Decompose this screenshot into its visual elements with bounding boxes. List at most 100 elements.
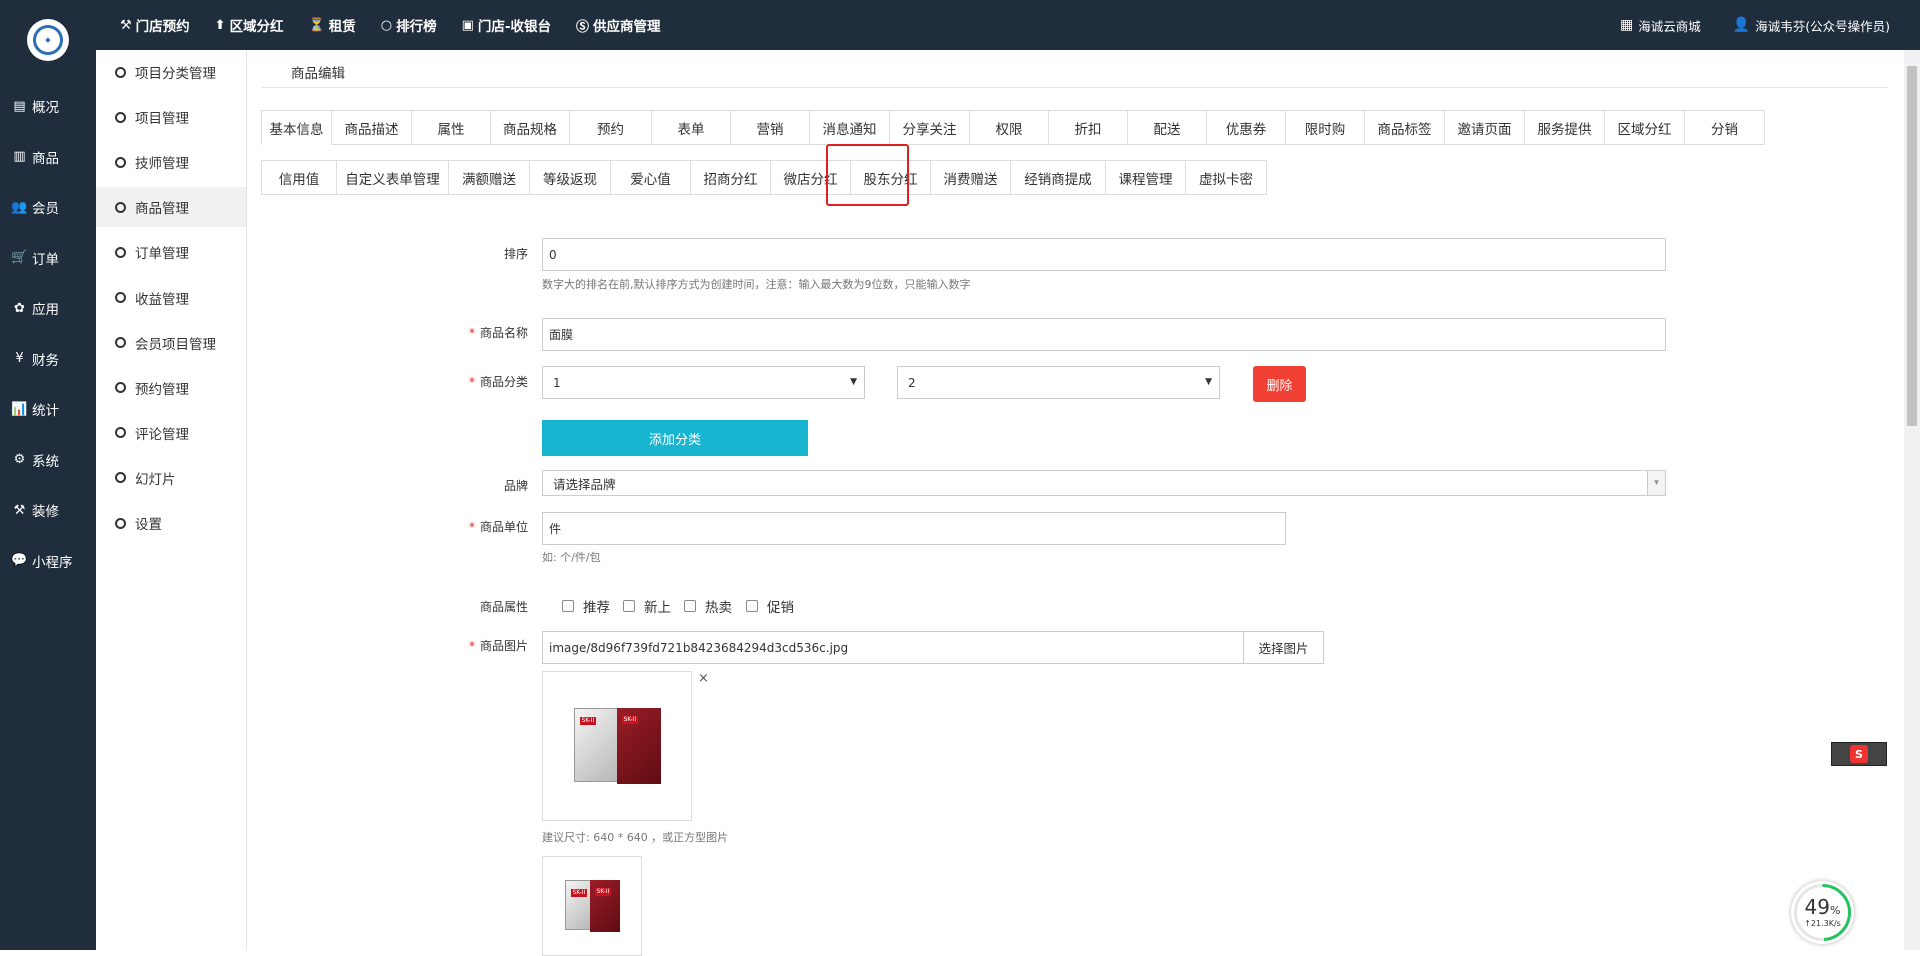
submenu-item-10[interactable]: 设置 (96, 503, 246, 543)
sidebar-item-4[interactable]: ✿ 应用 (0, 288, 96, 328)
sidebar-item-0[interactable]: ▤ 概况 (0, 86, 96, 126)
tab-14[interactable]: 商品标签 (1364, 110, 1445, 145)
main-content: 商品编辑 基本信息 商品描述 属性 商品规格 预约 表单 营销 消息通知 分享关注 权限 折扣 配送优… (247, 50, 1904, 956)
submenu-item-label: 评论管理 (135, 426, 189, 443)
topnav-label: 区域分红 (229, 19, 284, 35)
tab-1[interactable]: 商品描述 (331, 110, 412, 145)
tab-7[interactable]: 消息通知 (809, 110, 890, 145)
category-select-2[interactable]: 2 ▼ (897, 366, 1220, 399)
submenu-item-label: 幻灯片 (135, 471, 176, 488)
tab2-2[interactable]: 满额赠送 (448, 160, 530, 195)
tab-4[interactable]: 预约 (569, 110, 652, 145)
circle-icon (115, 427, 126, 439)
tab-17[interactable]: 区域分红 (1604, 110, 1685, 145)
sidebar-item-1[interactable]: ▥ 商品 (0, 137, 96, 177)
tab2-5[interactable]: 招商分红 (690, 160, 771, 195)
submenu-item-7[interactable]: 预约管理 (96, 368, 246, 408)
scrollbar-thumb[interactable] (1907, 66, 1917, 426)
tab-13[interactable]: 限时购 (1285, 110, 1365, 145)
sidebar-item-6[interactable]: 📊 统计 (0, 389, 96, 429)
tab-6[interactable]: 营销 (730, 110, 810, 145)
topnav-item-4[interactable]: ▣ 门店-收银台 (462, 15, 551, 36)
submenu-item-0[interactable]: 项目分类管理 (96, 52, 246, 92)
person-icon: ⬆ (214, 17, 226, 33)
submenu-item-5[interactable]: 收益管理 (96, 278, 246, 318)
circle-icon (115, 382, 126, 394)
tab2-7[interactable]: 股东分红 (850, 160, 931, 195)
tab-0[interactable]: 基本信息 (261, 110, 332, 145)
ime-widget[interactable]: S (1831, 742, 1887, 766)
sidebar-item-8[interactable]: ⚒ 装修 (0, 490, 96, 530)
tab-11[interactable]: 配送 (1127, 110, 1207, 145)
tab2-8[interactable]: 消费赠送 (930, 160, 1011, 195)
submenu-item-4[interactable]: 订单管理 (96, 232, 246, 272)
choose-image-button[interactable]: 选择图片 (1243, 631, 1324, 664)
attr-checkbox-0[interactable]: 推荐 (562, 596, 610, 616)
topnav-item-0[interactable]: ⚒ 门店预约 (120, 15, 190, 36)
tab-5[interactable]: 表单 (651, 110, 731, 145)
tab-8[interactable]: 分享关注 (889, 110, 970, 145)
submenu-item-9[interactable]: 幻灯片 (96, 458, 246, 498)
hammer-icon: ⚒ (120, 17, 132, 33)
sidebar-item-2[interactable]: 👥 会员 (0, 187, 96, 227)
tab-18[interactable]: 分销 (1684, 110, 1765, 145)
logo[interactable]: ◆ (27, 19, 69, 61)
circle-icon (115, 517, 126, 529)
sidebar-item-7[interactable]: ⚙ 系统 (0, 440, 96, 480)
unit-input[interactable] (542, 512, 1286, 545)
attr-checkbox-2[interactable]: 热卖 (684, 596, 732, 616)
tab-2[interactable]: 属性 (411, 110, 491, 145)
topnav-item-5[interactable]: Ⓢ 供应商管理 (576, 15, 661, 35)
top-right: ▦ 海诚云商城 👤 海诚韦芬(公众号操作员) (1588, 0, 1890, 50)
submenu-item-1[interactable]: 项目管理 (96, 97, 246, 137)
name-input[interactable] (542, 318, 1666, 351)
sidebar-item-9[interactable]: 💬 小程序 (0, 541, 96, 581)
submenu-item-3[interactable]: 商品管理 (96, 187, 246, 228)
submenu-item-6[interactable]: 会员项目管理 (96, 323, 246, 363)
add-category-button[interactable]: 添加分类 (542, 420, 808, 456)
user-menu[interactable]: 👤 海诚韦芬(公众号操作员) (1733, 16, 1890, 35)
topnav-item-1[interactable]: ⬆ 区域分红 (214, 15, 284, 36)
scrollbar[interactable] (1904, 50, 1920, 950)
tab-12[interactable]: 优惠券 (1206, 110, 1286, 145)
sort-input[interactable] (542, 238, 1666, 271)
tab-3[interactable]: 商品规格 (490, 110, 570, 145)
tab2-3[interactable]: 等级返现 (529, 160, 611, 195)
circle-icon: ○ (380, 17, 393, 33)
tab2-4[interactable]: 爱心值 (610, 160, 691, 195)
tab2-10[interactable]: 课程管理 (1105, 160, 1186, 195)
speed-widget[interactable]: 49% ↑21.3K/s (1791, 881, 1854, 944)
tab2-9[interactable]: 经销商提成 (1010, 160, 1106, 195)
tab2-11[interactable]: 虚拟卡密 (1185, 160, 1267, 195)
attr-checkbox-3[interactable]: 促销 (746, 596, 794, 616)
tab2-0[interactable]: 信用值 (261, 160, 337, 195)
tab-10[interactable]: 折扣 (1048, 110, 1128, 145)
category-select-1[interactable]: 1 ▼ (542, 366, 865, 399)
remove-image-icon[interactable]: × (698, 671, 709, 686)
attr-label-text: 热卖 (705, 600, 732, 616)
circle-icon (115, 472, 126, 484)
sidebar-item-5[interactable]: ¥ 财务 (0, 339, 96, 379)
user-icon: 👤 (1732, 17, 1751, 33)
attr-checkbox-1[interactable]: 新上 (623, 596, 671, 616)
circle-icon (115, 337, 126, 349)
chevron-down-icon: ▼ (1205, 377, 1212, 387)
tab-15[interactable]: 邀请页面 (1444, 110, 1525, 145)
sidebar-item-3[interactable]: 🛒 订单 (0, 238, 96, 278)
submenu-item-2[interactable]: 技师管理 (96, 142, 246, 182)
tab-16[interactable]: 服务提供 (1524, 110, 1605, 145)
topnav-item-2[interactable]: ⏳ 租赁 (309, 15, 356, 36)
submenu-item-label: 项目分类管理 (135, 66, 216, 82)
tab2-6[interactable]: 微店分红 (770, 160, 851, 195)
shop-link[interactable]: ▦ 海诚云商城 (1620, 16, 1701, 35)
topnav-item-3[interactable]: ○ 排行榜 (380, 15, 437, 36)
image-path-input[interactable] (542, 631, 1244, 664)
brand-select[interactable]: 请选择品牌 ▾ (542, 470, 1666, 496)
delete-category-button[interactable]: 删除 (1253, 366, 1306, 402)
tab2-1[interactable]: 自定义表单管理 (336, 160, 449, 195)
category-label: * 商品分类 (468, 375, 528, 389)
submenu-item-8[interactable]: 评论管理 (96, 413, 246, 453)
tab-9[interactable]: 权限 (969, 110, 1049, 145)
shop-link-label: 海诚云商城 (1638, 18, 1701, 34)
checkbox-box (623, 600, 635, 612)
